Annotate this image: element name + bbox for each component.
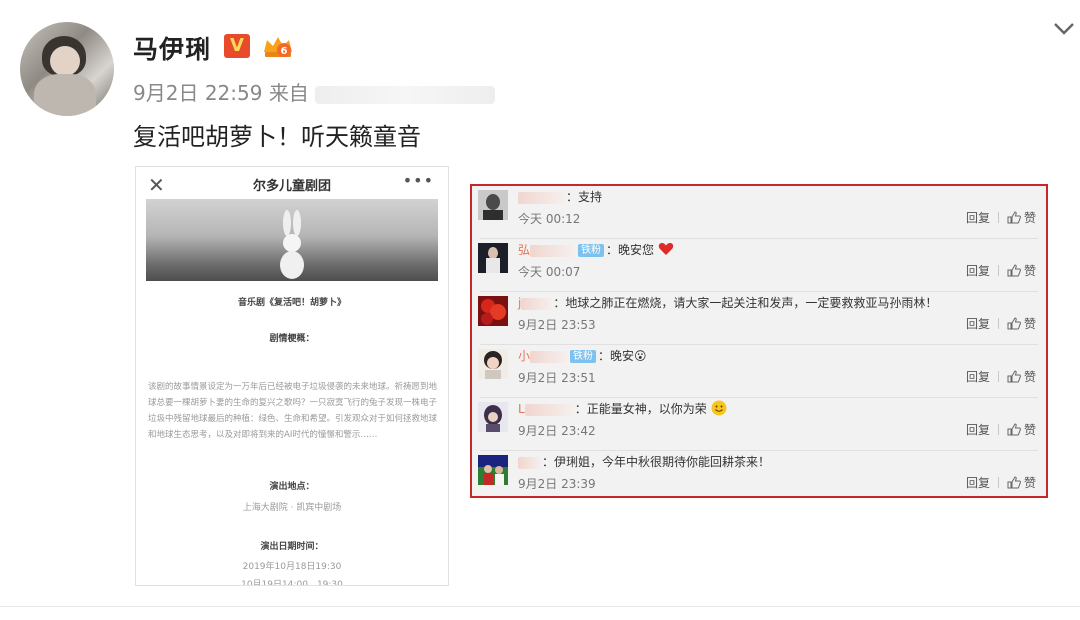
comment-time: 今天 00:12 xyxy=(518,212,581,226)
thumbs-up-icon[interactable] xyxy=(1007,317,1021,330)
reply-button[interactable]: 回复 xyxy=(966,474,990,491)
like-button[interactable]: 赞 xyxy=(1024,474,1036,491)
card-venue: 上海大剧院 · 凯宾中剧场 xyxy=(242,503,342,513)
post-text: 复活吧胡萝卜！听天籁童音 xyxy=(133,123,421,151)
smile-emoji-icon xyxy=(711,400,727,416)
commenter-avatar[interactable] xyxy=(478,349,508,379)
comment-text: ：正能量女神，以你为荣 xyxy=(574,402,707,416)
commenter-name-blurred[interactable] xyxy=(518,191,566,204)
like-button[interactable]: 赞 xyxy=(1024,315,1036,332)
heart-icon xyxy=(658,243,674,255)
comment-item: ：伊琍姐，今年中秋很期待你能回耕茶来！ 9月2日 23:39 回复 赞 xyxy=(472,451,1046,504)
comment-time: 9月2日 23:53 xyxy=(518,318,596,332)
fan-badge: 铁粉 xyxy=(578,244,605,257)
commenter-avatar[interactable] xyxy=(478,296,508,326)
comment-time: 9月2日 23:39 xyxy=(518,477,596,491)
comment-item: ：支持 今天 00:12 回复 赞 xyxy=(472,186,1046,239)
comment-line: ：支持 xyxy=(518,188,602,205)
comment-item: j ：地球之肺正在燃烧，请大家一起关注和发声，一定要救救亚马孙雨林！ 9月2日 2… xyxy=(472,292,1046,345)
reply-button[interactable]: 回复 xyxy=(966,262,990,279)
comment-line: 弘 铁粉 ：晚安您 xyxy=(518,241,674,258)
svg-text:6: 6 xyxy=(281,46,288,57)
comment-actions: 回复 赞 xyxy=(966,315,1036,332)
post-meta: 9月2日 22:59 来自 xyxy=(133,77,496,106)
card-date-1: 2019年10月18日19:30 xyxy=(242,562,342,572)
commenter-avatar[interactable] xyxy=(478,190,508,220)
card-date-2: 10月19日14:00、19:30 xyxy=(241,580,343,586)
comment-time: 9月2日 23:42 xyxy=(518,424,596,438)
reply-button[interactable]: 回复 xyxy=(966,421,990,438)
commenter-avatar[interactable] xyxy=(478,455,508,485)
reply-button[interactable]: 回复 xyxy=(966,209,990,226)
reply-button[interactable]: 回复 xyxy=(966,368,990,385)
thumbs-up-icon[interactable] xyxy=(1007,370,1021,383)
comment-line: ：伊琍姐，今年中秋很期待你能回耕茶来！ xyxy=(518,453,770,470)
card-show-title: 音乐剧《复活吧！胡萝卜》 xyxy=(237,298,346,308)
divider xyxy=(0,606,1080,607)
like-button[interactable]: 赞 xyxy=(1024,262,1036,279)
card-venue-heading: 演出地点： xyxy=(269,482,315,492)
avatar[interactable] xyxy=(20,22,114,116)
post-source-blurred xyxy=(315,85,496,104)
comment-actions: 回复 赞 xyxy=(966,209,1036,226)
comment-text: ：支持 xyxy=(566,190,603,204)
crown-icon: 6 xyxy=(264,37,292,57)
comment-text: ：地球之肺正在燃烧，请大家一起关注和发声，一定要救救亚马孙雨林！ xyxy=(553,296,938,310)
post-time: 22:59 xyxy=(204,81,263,105)
like-button[interactable]: 赞 xyxy=(1024,209,1036,226)
card-date-heading: 演出日期时间： xyxy=(260,542,324,552)
card-title: 尔多儿童剧团 xyxy=(252,179,331,194)
comment-item: 小 铁粉 ：晚安😮 9月2日 23:51 回复 赞 xyxy=(472,345,1046,398)
comment-actions: 回复 赞 xyxy=(966,421,1036,438)
commenter-name[interactable]: L xyxy=(518,402,525,416)
thumbs-up-icon[interactable] xyxy=(1007,476,1021,489)
comment-time: 今天 00:07 xyxy=(518,265,581,279)
card-synopsis-text: 该剧的故事情景设定为一万年后已经被电子垃圾侵袭的未来地球。祈祷愿到地球总要一棵胡… xyxy=(148,382,438,440)
comment-item: 弘 铁粉 ：晚安您 今天 00:07 回复 赞 xyxy=(472,239,1046,292)
comment-item: L ：正能量女神，以你为荣 9月2日 23:42 回复 赞 xyxy=(472,398,1046,451)
comment-line: j ：地球之肺正在燃烧，请大家一起关注和发声，一定要救救亚马孙雨林！ xyxy=(518,294,937,311)
commenter-name[interactable]: 小 xyxy=(518,349,530,363)
comment-line: 小 铁粉 ：晚安😮 xyxy=(518,347,647,364)
comment-text: ：晚安😮 xyxy=(598,349,647,363)
comment-time: 9月2日 23:51 xyxy=(518,371,596,385)
username[interactable]: 马伊琍 xyxy=(133,30,211,66)
thumbs-up-icon[interactable] xyxy=(1007,211,1021,224)
like-button[interactable]: 赞 xyxy=(1024,421,1036,438)
more-icon: ••• xyxy=(402,171,434,190)
comment-text: ：伊琍姐，今年中秋很期待你能回耕茶来！ xyxy=(542,455,771,469)
like-button[interactable]: 赞 xyxy=(1024,368,1036,385)
verified-badge-icon: V xyxy=(224,34,250,58)
commenter-name[interactable]: 弘 xyxy=(518,243,530,257)
comment-line: L ：正能量女神，以你为荣 xyxy=(518,400,727,417)
comment-actions: 回复 赞 xyxy=(966,474,1036,491)
reply-button[interactable]: 回复 xyxy=(966,315,990,332)
comments-panel: ：支持 今天 00:12 回复 赞 弘铁粉：晚安您 今天 00:07 回复 赞 xyxy=(470,184,1048,498)
card-hero-image xyxy=(146,199,438,281)
post-source-label: 来自 xyxy=(268,81,309,105)
post-date: 9月2日 xyxy=(133,81,199,105)
commenter-avatar[interactable] xyxy=(478,402,508,432)
post-image-card[interactable]: ✕ 尔多儿童剧团 ••• 音乐剧《复活吧！胡萝卜》 剧情梗概： 该剧的故事情景设… xyxy=(135,166,449,586)
thumbs-up-icon[interactable] xyxy=(1007,423,1021,436)
card-synopsis-heading: 剧情梗概： xyxy=(269,334,315,344)
comment-actions: 回复 赞 xyxy=(966,262,1036,279)
rabbit-illustration xyxy=(280,210,304,279)
fan-badge: 铁粉 xyxy=(570,350,597,363)
chevron-down-icon[interactable] xyxy=(1052,20,1076,38)
thumbs-up-icon[interactable] xyxy=(1007,264,1021,277)
comment-text: ：晚安您 xyxy=(606,243,655,257)
comment-actions: 回复 赞 xyxy=(966,368,1036,385)
commenter-name-blurred[interactable] xyxy=(518,456,542,469)
commenter-avatar[interactable] xyxy=(478,243,508,273)
